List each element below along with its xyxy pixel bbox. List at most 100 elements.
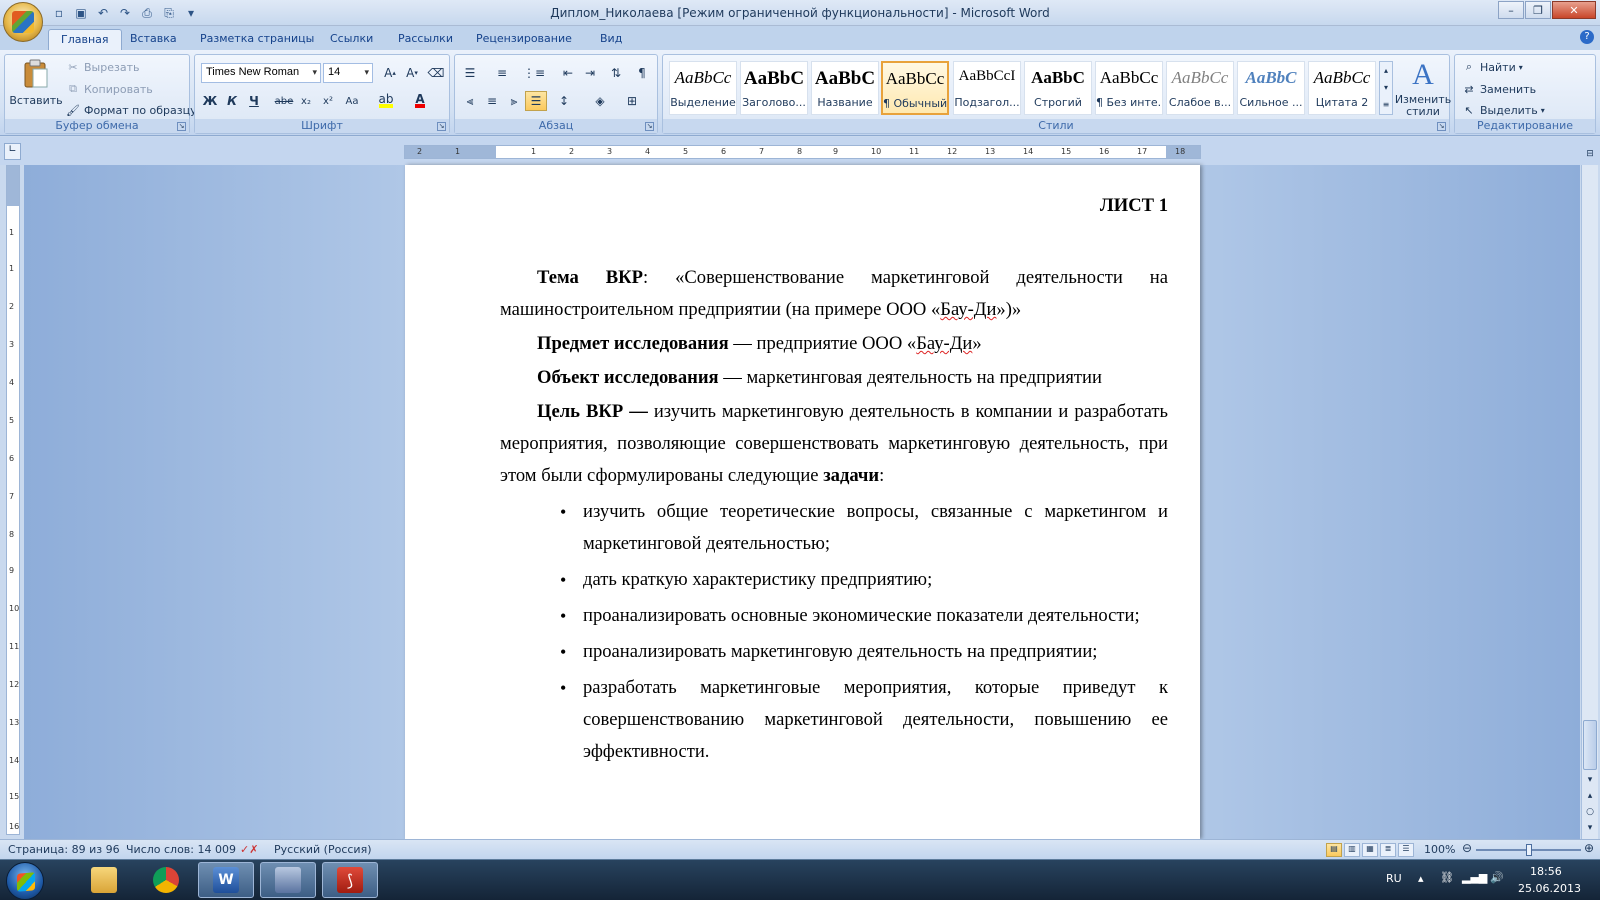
outline-view-icon[interactable]: ≣ [1380,843,1396,857]
app-taskbar-button[interactable] [260,862,316,898]
spelling-error[interactable]: Бау-Ди [940,299,996,320]
style-subtitle[interactable]: AaBbCcI Подзагол... [953,61,1021,115]
strikethrough-button[interactable]: abe [273,91,295,111]
style-no-spacing[interactable]: AaBbCc ¶ Без инте... [1095,61,1163,115]
zoom-in-icon[interactable]: ⊕ [1584,841,1594,855]
next-page-icon[interactable]: ▾ [1584,823,1596,835]
superscript-button[interactable]: x² [317,91,339,111]
help-icon[interactable]: ? [1580,30,1594,44]
web-layout-view-icon[interactable]: ▦ [1362,843,1378,857]
vertical-ruler[interactable]: 1 1 2 3 4 5 6 7 8 9 10 11 12 13 14 15 16 [6,165,20,835]
line-spacing-icon[interactable]: ↕ [553,91,575,111]
clock-date[interactable]: 25.06.2013 [1518,882,1581,895]
volume-icon[interactable]: 🔊 [1490,871,1504,884]
find-button[interactable]: ⌕ Найти ▾ [1461,59,1523,75]
align-center-icon[interactable]: ≡ [481,91,503,111]
cut-button[interactable]: ✂ Вырезать [65,59,139,75]
close-button[interactable]: ✕ [1552,1,1596,19]
font-family-select[interactable]: Times New Roman [201,63,321,83]
paragraph-launcher-icon[interactable]: ↘ [645,122,654,131]
minimize-button[interactable]: – [1498,1,1524,19]
numbering-icon[interactable]: ≡ [491,63,513,83]
borders-icon[interactable]: ⊞ [621,91,643,111]
shading-icon[interactable]: ◈ [589,91,611,111]
grow-font-icon[interactable]: A ▴ [379,63,401,83]
full-screen-view-icon[interactable]: ▥ [1344,843,1360,857]
office-button[interactable] [3,2,43,42]
paste-button[interactable]: Вставить [9,59,63,107]
prev-page-icon[interactable]: ▴ [1584,791,1596,803]
style-strong[interactable]: AaBbC Строгий [1024,61,1092,115]
word-count[interactable]: Число слов: 14 009 [126,843,236,856]
draft-view-icon[interactable]: ☰ [1398,843,1414,857]
input-language[interactable]: RU [1386,872,1402,885]
document-page[interactable]: ЛИСТ 1 Тема ВКР: «Совершенствование марк… [405,165,1200,839]
underline-button[interactable]: Ч [243,91,265,111]
increase-indent-icon[interactable]: ⇥ [579,63,601,83]
clear-format-icon[interactable]: ⌫ [425,63,447,83]
style-emphasis[interactable]: AaBbCc Выделение [669,61,737,115]
style-heading[interactable]: AaBbC Заголово... [740,61,808,115]
sort-icon[interactable]: ⇅ [605,63,627,83]
explorer-taskbar-button[interactable] [76,862,132,898]
format-painter-button[interactable]: 🖌 Формат по образцу [65,102,197,118]
bold-button[interactable]: Ж [199,91,221,111]
tab-view[interactable]: Вид [588,29,634,50]
font-launcher-icon[interactable]: ↘ [437,122,446,131]
select-button[interactable]: ↖ Выделить ▾ [1461,102,1544,118]
acrobat-taskbar-button[interactable]: ⟆ [322,862,378,898]
ruler-toggle-icon[interactable]: ⊟ [1584,149,1596,161]
proofing-icon[interactable]: ✓✗ [240,843,258,856]
print-layout-view-icon[interactable]: ▤ [1326,843,1342,857]
horizontal-ruler[interactable]: 2 1 1 2 3 4 5 6 7 8 9 10 11 12 13 14 15 … [404,145,1201,159]
word-taskbar-button[interactable]: W [198,862,254,898]
start-button[interactable] [6,862,44,900]
font-size-select[interactable]: 14 [323,63,373,83]
style-subtle-emphasis[interactable]: AaBbCc Слабое в... [1166,61,1234,115]
style-normal[interactable]: AaBbCc ¶ Обычный [881,61,949,115]
page-content[interactable]: ЛИСТ 1 Тема ВКР: «Совершенствование марк… [500,165,1168,772]
tab-page-layout[interactable]: Разметка страницы [188,29,326,50]
chrome-taskbar-button[interactable] [138,862,194,898]
page-counter[interactable]: Страница: 89 из 96 [8,843,120,856]
zoom-level[interactable]: 100% [1424,843,1455,856]
scroll-down-icon[interactable]: ▾ [1584,775,1596,787]
style-quote[interactable]: AaBbCc Цитата 2 [1308,61,1376,115]
replace-button[interactable]: ⇄ Заменить [1461,81,1536,97]
network-icon[interactable]: ⛓ [1440,871,1454,884]
vertical-scrollbar[interactable]: ⊟ ▾ ▴ ○ ▾ [1581,149,1598,839]
signal-icon[interactable]: ▂▄▆ [1462,871,1487,884]
tab-selector-icon[interactable]: ∟ [4,143,21,160]
change-case-button[interactable]: Aa [341,91,363,111]
shrink-font-icon[interactable]: A ▾ [401,63,423,83]
restore-button[interactable]: ❐ [1525,1,1551,19]
show-marks-icon[interactable]: ¶ [631,63,653,83]
copy-button[interactable]: ⧉ Копировать [65,81,153,97]
style-title[interactable]: AaBbC Название [811,61,879,115]
scroll-thumb[interactable] [1583,720,1597,770]
tab-insert[interactable]: Вставка [118,29,189,50]
justify-icon[interactable]: ☰ [525,91,547,111]
zoom-slider-thumb[interactable] [1525,844,1532,856]
clipboard-launcher-icon[interactable]: ↘ [177,122,186,131]
multilevel-list-icon[interactable]: ⋮≡ [523,63,545,83]
subscript-button[interactable]: x₂ [295,91,317,111]
spelling-error[interactable]: Бау-Ди [916,333,972,354]
tab-review[interactable]: Рецензирование [464,29,584,50]
align-right-icon[interactable]: ⫸ [503,91,525,111]
align-left-icon[interactable]: ⫷ [459,91,481,111]
tray-expand-icon[interactable]: ▴ [1418,872,1424,885]
tab-references[interactable]: Ссылки [318,29,385,50]
highlight-color-icon[interactable]: ab [375,91,397,111]
styles-launcher-icon[interactable]: ↘ [1437,122,1446,131]
styles-scroll[interactable]: ▴ ▾ ≡ [1379,61,1393,115]
language-indicator[interactable]: Русский (Россия) [274,843,372,856]
style-intense-emphasis[interactable]: AaBbC Сильное ... [1237,61,1305,115]
browse-object-icon[interactable]: ○ [1584,807,1596,819]
bullets-icon[interactable]: ☰ [459,63,481,83]
decrease-indent-icon[interactable]: ⇤ [557,63,579,83]
tab-home[interactable]: Главная [48,29,122,50]
clock-time[interactable]: 18:56 [1530,865,1562,878]
zoom-out-icon[interactable]: ⊖ [1462,841,1472,855]
tab-mailings[interactable]: Рассылки [386,29,465,50]
